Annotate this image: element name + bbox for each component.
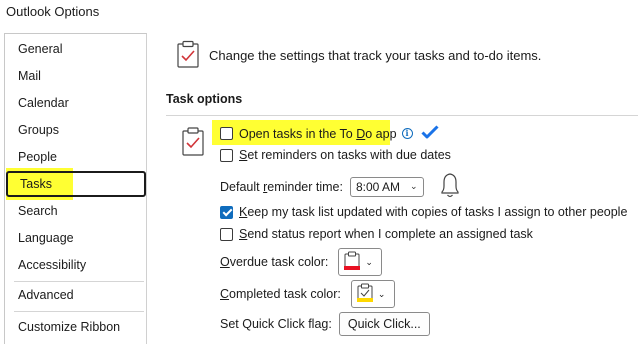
status-report-label[interactable]: Send status report when I complete an as… bbox=[239, 227, 533, 241]
reminders-option: Set reminders on tasks with due dates bbox=[220, 148, 451, 162]
sidebar-item-mail[interactable]: Mail bbox=[5, 63, 146, 89]
sidebar-item-accessibility[interactable]: Accessibility bbox=[5, 252, 146, 278]
sidebar-item-language[interactable]: Language bbox=[5, 225, 146, 251]
sidebar-item-tasks[interactable]: Tasks bbox=[6, 171, 146, 197]
info-icon[interactable]: i bbox=[401, 128, 413, 139]
overdue-color-label: Overdue task color: bbox=[220, 255, 329, 269]
blue-checkmark-icon bbox=[420, 125, 439, 142]
sidebar-divider bbox=[14, 311, 144, 312]
status-report-checkbox[interactable] bbox=[220, 227, 233, 241]
red-clipboard-icon bbox=[343, 251, 361, 274]
completed-color-row: Completed task color: ⌄ bbox=[220, 280, 395, 308]
overdue-color-row: Overdue task color: ⌄ bbox=[220, 248, 383, 276]
window-title: Outlook Options bbox=[6, 4, 100, 19]
default-reminder-row: Default reminder time: 8:00 AM ⌄ bbox=[220, 170, 462, 203]
sidebar-item-customize-ribbon[interactable]: Customize Ribbon bbox=[5, 314, 146, 340]
keep-updated-label[interactable]: Keep my task list updated with copies of… bbox=[239, 205, 627, 219]
chevron-down-icon: ⌄ bbox=[410, 181, 418, 191]
bell-icon bbox=[438, 170, 462, 203]
tasks-clipboard-icon bbox=[181, 126, 205, 159]
keep-updated-option: Keep my task list updated with copies of… bbox=[220, 205, 627, 219]
tasks-clipboard-icon bbox=[176, 40, 200, 71]
section-title: Task options bbox=[166, 92, 243, 106]
open-todo-label[interactable]: Open tasks in the To Do app bbox=[239, 127, 397, 141]
default-reminder-label: Default reminder time: bbox=[220, 179, 343, 194]
completed-color-picker[interactable]: ⌄ bbox=[350, 280, 395, 308]
options-sidebar: General Mail Calendar Groups People Task… bbox=[4, 33, 147, 344]
sidebar-item-advanced[interactable]: Advanced bbox=[5, 282, 146, 308]
default-reminder-time-select[interactable]: 8:00 AM ⌄ bbox=[350, 176, 424, 197]
chevron-down-icon: ⌄ bbox=[365, 256, 373, 267]
chevron-down-icon: ⌄ bbox=[377, 288, 386, 299]
sidebar-item-calendar[interactable]: Calendar bbox=[5, 90, 146, 116]
status-report-option: Send status report when I complete an as… bbox=[220, 227, 533, 241]
open-todo-checkbox[interactable] bbox=[220, 127, 233, 140]
yellow-clipboard-icon bbox=[356, 283, 374, 306]
quick-click-row: Set Quick Click flag: Quick Click... bbox=[220, 312, 430, 336]
reminders-checkbox[interactable] bbox=[220, 148, 233, 162]
reminders-label[interactable]: Set reminders on tasks with due dates bbox=[239, 148, 451, 162]
quick-click-button[interactable]: Quick Click... bbox=[338, 312, 430, 336]
keep-updated-checkbox[interactable] bbox=[220, 205, 233, 219]
sidebar-item-search[interactable]: Search bbox=[5, 198, 146, 224]
sidebar-item-people[interactable]: People bbox=[5, 144, 146, 170]
overdue-color-picker[interactable]: ⌄ bbox=[338, 248, 383, 276]
sidebar-item-groups[interactable]: Groups bbox=[5, 117, 146, 143]
open-todo-option: Open tasks in the To Do app i bbox=[220, 125, 439, 142]
tasks-options-panel: Change the settings that track your task… bbox=[148, 0, 638, 344]
completed-color-label: Completed task color: bbox=[220, 287, 341, 301]
quick-click-label: Set Quick Click flag: bbox=[220, 317, 332, 331]
section-divider bbox=[166, 115, 638, 116]
page-description: Change the settings that track your task… bbox=[209, 48, 542, 63]
page-header: Change the settings that track your task… bbox=[176, 40, 541, 71]
sidebar-item-general[interactable]: General bbox=[5, 36, 146, 62]
